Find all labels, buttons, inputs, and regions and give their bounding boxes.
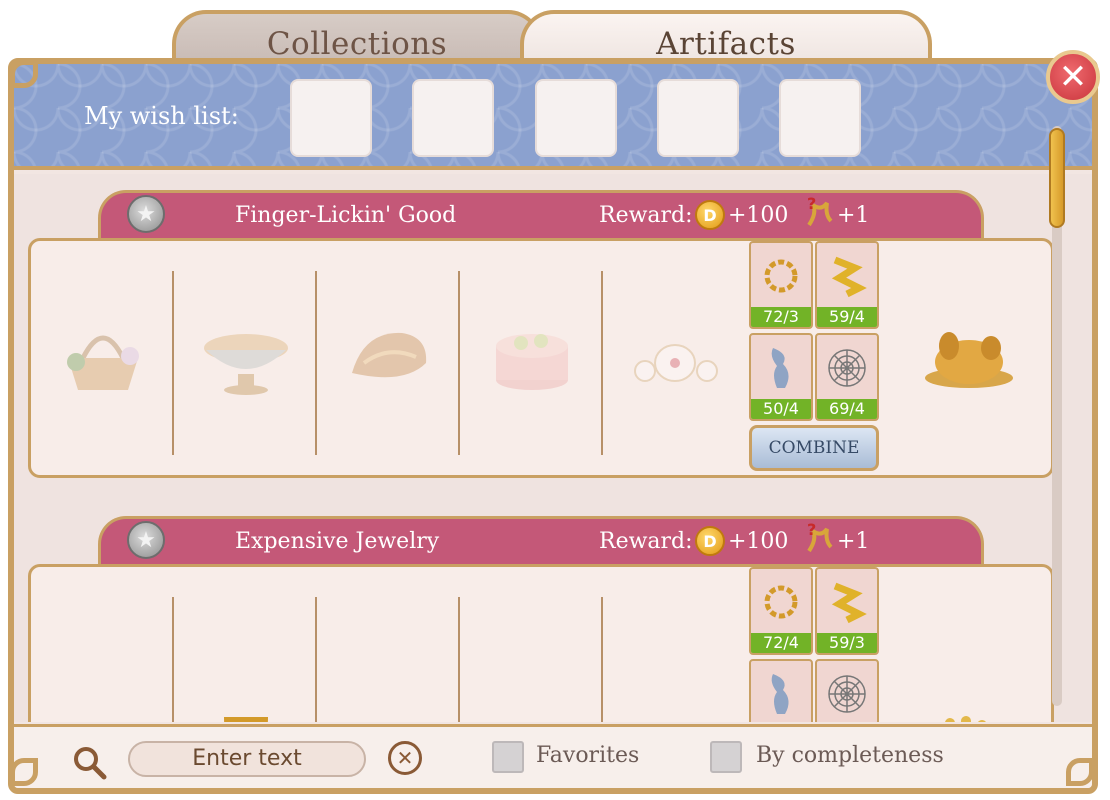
svg-text:?: ? <box>807 195 816 213</box>
cake-icon <box>495 334 568 390</box>
part-count: 72/4 <box>751 633 811 653</box>
cloth-icon <box>771 348 789 388</box>
corner-ornament <box>1060 752 1100 792</box>
part-slot[interactable]: 59/3 <box>815 567 879 655</box>
item-slot[interactable] <box>603 567 746 722</box>
cloth-icon <box>771 674 789 714</box>
mantis-icon <box>344 721 434 722</box>
collection-title: Expensive Jewelry <box>235 529 440 554</box>
part-slot[interactable] <box>749 659 813 722</box>
item-slot[interactable] <box>31 241 174 475</box>
close-button[interactable]: ✕ <box>1046 50 1100 104</box>
item-reward: +1 <box>837 203 870 228</box>
wish-slot[interactable] <box>657 79 739 157</box>
item-reward: +1 <box>837 529 870 554</box>
clear-search-icon[interactable]: ✕ <box>388 741 422 775</box>
item-slot[interactable] <box>174 567 317 722</box>
part-count: 59/3 <box>817 633 877 653</box>
ribbon-icon <box>831 582 867 624</box>
item-slot[interactable] <box>317 241 460 475</box>
mystery-item-icon: ? <box>807 195 833 227</box>
tab-collections-label: Collections <box>266 26 448 62</box>
part-slot[interactable]: 69/4 <box>815 333 879 421</box>
part-slot[interactable]: 59/4 <box>815 241 879 329</box>
item-slot[interactable] <box>174 241 317 475</box>
completeness-checkbox[interactable] <box>710 741 742 773</box>
result-artifact[interactable] <box>889 241 1049 475</box>
item-slot[interactable] <box>460 241 603 475</box>
roast-chicken-icon <box>925 332 1013 388</box>
collection-card: ★ Finger-Lickin' Good Reward: D +100 ? +… <box>28 190 1054 490</box>
favorites-label: Favorites <box>536 743 640 768</box>
star-icon[interactable]: ★ <box>127 521 165 559</box>
wish-slot[interactable] <box>535 79 617 157</box>
search-bar: Enter text ✕ Favorites By completeness <box>14 724 1092 788</box>
reward-label: Reward: <box>599 203 693 228</box>
wish-slot[interactable] <box>779 79 861 157</box>
pastry-icon <box>351 332 426 378</box>
corner-ornament <box>4 54 44 94</box>
wish-list-label: My wish list: <box>84 102 239 130</box>
collection-title: Finger-Lickin' Good <box>235 203 457 228</box>
artifacts-panel: My wish list: ★ Finger-Lickin' Good Rewa… <box>8 58 1098 794</box>
goblet-icon <box>223 717 268 722</box>
part-count: 72/3 <box>751 307 811 327</box>
close-icon: ✕ <box>1058 57 1088 97</box>
shield-badge-icon <box>497 719 567 722</box>
collection-card: ★ Expensive Jewelry Reward: D +100 ? +1 <box>28 516 1054 722</box>
result-artifact[interactable] <box>889 567 1049 722</box>
tab-artifacts-label: Artifacts <box>656 26 796 62</box>
tea-set-icon <box>633 344 718 382</box>
cobweb-icon <box>828 349 866 387</box>
wish-list-banner: My wish list: <box>14 64 1092 170</box>
combine-button[interactable]: COMBINE <box>749 425 879 471</box>
collection-items: 72/4 59/3 <box>28 564 1054 722</box>
coin-icon: D <box>695 526 725 556</box>
part-count: 59/4 <box>817 307 877 327</box>
chain-icon <box>764 259 798 293</box>
item-slot[interactable] <box>317 567 460 722</box>
mystery-item-icon: ? <box>807 521 833 553</box>
coin-reward: +100 <box>728 529 789 554</box>
collections-list[interactable]: ★ Finger-Lickin' Good Reward: D +100 ? +… <box>14 174 1092 722</box>
jeweled-glove-icon <box>945 716 986 722</box>
collection-items: 72/3 59/4 50/4 69/4 COMBINE <box>28 238 1054 478</box>
search-icon[interactable] <box>72 745 108 781</box>
item-slot[interactable] <box>603 241 746 475</box>
part-slot[interactable]: 72/4 <box>749 567 813 655</box>
corner-ornament <box>4 752 44 792</box>
part-slot[interactable] <box>815 659 879 722</box>
scrollbar-thumb[interactable] <box>1049 128 1065 228</box>
parts-panel: 72/3 59/4 50/4 69/4 COMBINE <box>749 241 883 475</box>
coin-icon: D <box>695 200 725 230</box>
wish-slot[interactable] <box>412 79 494 157</box>
collection-header: ★ Expensive Jewelry Reward: D +100 ? +1 <box>98 516 984 566</box>
basket-icon <box>66 335 139 390</box>
favorites-checkbox[interactable] <box>492 741 524 773</box>
collection-header: ★ Finger-Lickin' Good Reward: D +100 ? +… <box>98 190 984 240</box>
completeness-label: By completeness <box>756 743 944 768</box>
chain-icon <box>764 585 798 619</box>
svg-text:?: ? <box>807 521 816 539</box>
cobweb-icon <box>828 675 866 713</box>
search-input[interactable]: Enter text <box>128 741 366 777</box>
star-icon[interactable]: ★ <box>127 195 165 233</box>
part-count: 50/4 <box>751 399 811 419</box>
item-slot[interactable] <box>460 567 603 722</box>
part-slot[interactable]: 72/3 <box>749 241 813 329</box>
parts-panel: 72/4 59/3 <box>749 567 883 722</box>
part-count: 69/4 <box>817 399 877 419</box>
reward-label: Reward: <box>599 529 693 554</box>
part-slot[interactable]: 50/4 <box>749 333 813 421</box>
coin-medallion-icon <box>635 719 715 722</box>
item-slot[interactable] <box>31 567 174 722</box>
cookie-bowl-icon <box>203 334 288 395</box>
wish-slot[interactable] <box>290 79 372 157</box>
coin-reward: +100 <box>728 203 789 228</box>
ribbon-icon <box>831 256 867 298</box>
